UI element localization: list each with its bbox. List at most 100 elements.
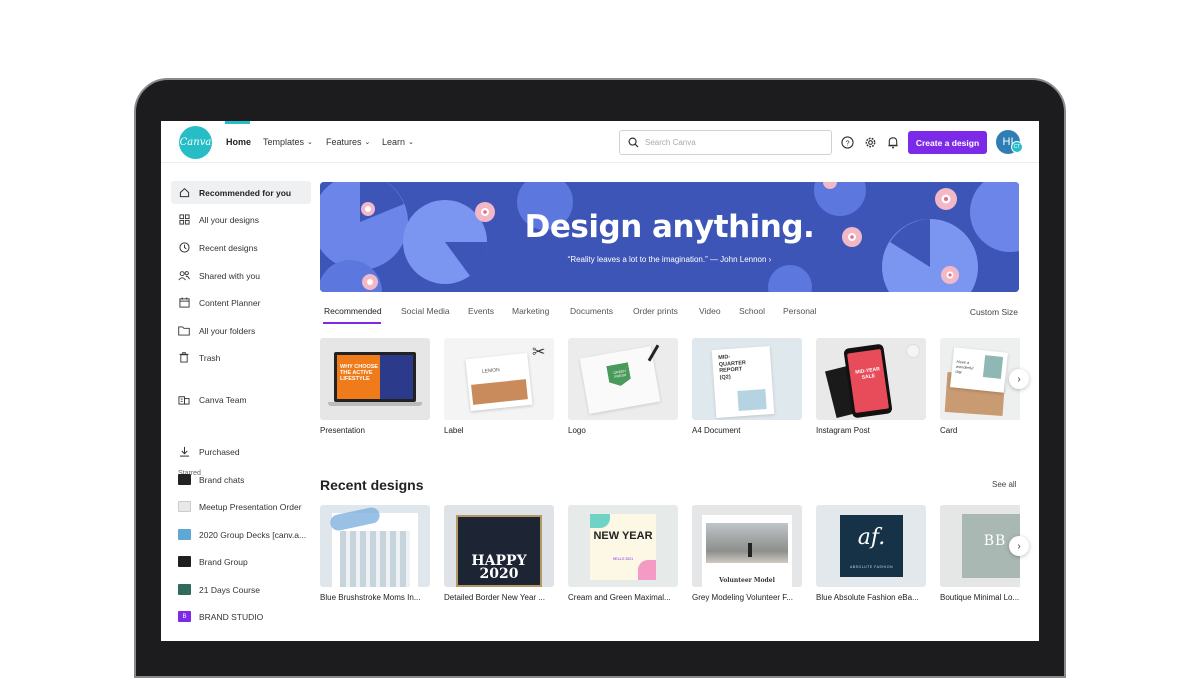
trash-icon xyxy=(178,352,190,364)
recent-design-card[interactable]: af. ABSOLUTE FASHION Blue Absolute Fashi… xyxy=(816,505,926,602)
sidebar-item-folders[interactable]: All your folders xyxy=(171,319,311,342)
template-card-label[interactable]: LEMON ✂ Label xyxy=(444,338,554,435)
sidebar-starred-meetup[interactable]: Meetup Presentation Order xyxy=(171,495,311,518)
tab-documents[interactable]: Documents xyxy=(570,306,613,316)
folder-thumbnail xyxy=(178,501,191,512)
search-input[interactable] xyxy=(645,138,815,147)
template-card-card[interactable]: Have a wonderful day Card xyxy=(940,338,1020,435)
recent-design-card[interactable]: BB Boutique Minimal Lo... xyxy=(940,505,1020,602)
design-thumbnail: HAPPY 2020 xyxy=(444,505,554,587)
recent-design-card[interactable]: NEW YEAR HELLO 2021 Cream and Green Maxi… xyxy=(568,505,678,602)
nav-templates[interactable]: Templates ⌄ xyxy=(263,121,313,163)
create-design-button[interactable]: Create a design xyxy=(908,131,987,154)
calendar-icon xyxy=(178,297,190,309)
template-card-a4-document[interactable]: MID-QUARTER REPORT (Q2) A4 Document xyxy=(692,338,802,435)
sidebar-starred-brand-chats[interactable]: Brand chats xyxy=(171,468,311,491)
design-label: Cream and Green Maximal... xyxy=(568,593,671,602)
folder-thumbnail xyxy=(178,529,191,540)
chevron-down-icon: ⌄ xyxy=(408,139,414,146)
template-card-instagram-post[interactable]: MID-YEAR SALE Instagram Post xyxy=(816,338,926,435)
banner-title: Design anything. xyxy=(524,209,815,245)
recent-designs-heading: Recent designs xyxy=(320,477,424,493)
template-thumbnail: GREEN FRESH xyxy=(568,338,678,420)
tab-order-prints[interactable]: Order prints xyxy=(633,306,678,316)
building-icon xyxy=(178,394,190,406)
template-label: Presentation xyxy=(320,426,365,435)
template-thumbnail: Have a wonderful day xyxy=(940,338,1020,420)
sidebar-starred-brand-studio[interactable]: B BRAND STUDIO xyxy=(171,605,311,628)
folder-icon xyxy=(178,325,190,337)
nav-home[interactable]: Home xyxy=(226,121,251,163)
banner-quote-link[interactable]: “Reality leaves a lot to the imagination… xyxy=(320,255,1019,264)
recent-design-card[interactable]: HAPPY 2020 Detailed Border New Year ... xyxy=(444,505,554,602)
template-thumbnail: MID-QUARTER REPORT (Q2) xyxy=(692,338,802,420)
template-label: A4 Document xyxy=(692,426,741,435)
template-label: Card xyxy=(940,426,958,435)
tab-recommended[interactable]: Recommended xyxy=(324,306,382,316)
bell-icon[interactable] xyxy=(886,135,900,149)
sidebar-starred-2020-group-decks[interactable]: 2020 Group Decks [canv.a... xyxy=(171,523,311,546)
chevron-right-icon: › xyxy=(1017,373,1021,385)
download-icon xyxy=(178,446,190,458)
chevron-down-icon: ⌄ xyxy=(364,139,371,146)
template-label: Label xyxy=(444,426,464,435)
sidebar-item-recommended[interactable]: Recommended for you xyxy=(171,181,311,204)
template-card-logo[interactable]: GREEN FRESH Logo xyxy=(568,338,678,435)
folder-thumbnail xyxy=(178,474,191,485)
team-avatar-badge: CT xyxy=(1011,141,1023,153)
chevron-right-icon: › xyxy=(1017,540,1021,552)
design-label: Blue Brushstroke Moms In... xyxy=(320,593,421,602)
canva-logo[interactable]: Canva xyxy=(179,126,212,159)
template-label: Instagram Post xyxy=(816,426,870,435)
templates-next-arrow[interactable]: › xyxy=(1009,369,1029,389)
design-thumbnail: af. ABSOLUTE FASHION xyxy=(816,505,926,587)
tab-school[interactable]: School xyxy=(739,306,765,316)
sidebar: Recommended for you All your designs Rec… xyxy=(161,163,316,641)
folder-thumbnail: B xyxy=(178,611,191,622)
gear-icon[interactable] xyxy=(863,135,877,149)
tab-video[interactable]: Video xyxy=(699,306,721,316)
tab-personal[interactable]: Personal xyxy=(783,306,817,316)
sidebar-item-canva-team[interactable]: Canva Team xyxy=(171,388,311,411)
tab-marketing[interactable]: Marketing xyxy=(512,306,549,316)
template-thumbnail: WHY CHOOSE THE ACTIVE LIFESTYLE xyxy=(320,338,430,420)
tab-events[interactable]: Events xyxy=(468,306,494,316)
folder-thumbnail xyxy=(178,584,191,595)
sidebar-starred-purchased[interactable]: Purchased xyxy=(171,440,311,463)
template-thumbnail: LEMON ✂ xyxy=(444,338,554,420)
sidebar-item-trash[interactable]: Trash xyxy=(171,346,311,369)
sidebar-item-content-planner[interactable]: Content Planner xyxy=(171,291,311,314)
tab-social-media[interactable]: Social Media xyxy=(401,306,450,316)
clock-icon xyxy=(178,242,190,254)
recent-next-arrow[interactable]: › xyxy=(1009,536,1029,556)
sidebar-item-all-designs[interactable]: All your designs xyxy=(171,208,311,231)
sidebar-item-recent-designs[interactable]: Recent designs xyxy=(171,236,311,259)
design-thumbnail: Volunteer Model xyxy=(692,505,802,587)
canva-app-window: Canva Home Templates⌄ Features⌄ Learn⌄ ?… xyxy=(161,121,1039,641)
nav-features[interactable]: Features ⌄ xyxy=(326,121,370,163)
grid-icon xyxy=(178,214,190,226)
hero-banner: Design anything. “Reality leaves a lot t… xyxy=(320,182,1019,292)
recent-design-card[interactable]: Volunteer Model Grey Modeling Volunteer … xyxy=(692,505,802,602)
design-thumbnail xyxy=(320,505,430,587)
sidebar-starred-brand-group[interactable]: Brand Group xyxy=(171,550,311,573)
nav-learn[interactable]: Learn ⌄ xyxy=(382,121,414,163)
sidebar-item-shared[interactable]: Shared with you xyxy=(171,264,311,287)
people-icon xyxy=(178,270,190,282)
top-navigation-bar: Canva Home Templates⌄ Features⌄ Learn⌄ ?… xyxy=(161,121,1039,163)
template-thumbnail: MID-YEAR SALE xyxy=(816,338,926,420)
active-tab-underline xyxy=(323,322,381,324)
search-box[interactable] xyxy=(619,130,832,155)
svg-text:?: ? xyxy=(845,138,849,147)
recent-design-card[interactable]: Blue Brushstroke Moms In... xyxy=(320,505,430,602)
see-all-link[interactable]: See all xyxy=(992,480,1016,489)
folder-thumbnail xyxy=(178,556,191,567)
help-icon[interactable]: ? xyxy=(840,135,854,149)
custom-size-link[interactable]: Custom Size xyxy=(970,307,1018,317)
design-thumbnail: BB xyxy=(940,505,1020,587)
category-tabs: Recommended Social Media Events Marketin… xyxy=(320,303,1020,325)
sidebar-starred-21-days[interactable]: 21 Days Course xyxy=(171,578,311,601)
chevron-down-icon: ⌄ xyxy=(307,139,313,146)
design-label: Boutique Minimal Lo... xyxy=(940,593,1020,602)
template-card-presentation[interactable]: WHY CHOOSE THE ACTIVE LIFESTYLE Presenta… xyxy=(320,338,430,435)
